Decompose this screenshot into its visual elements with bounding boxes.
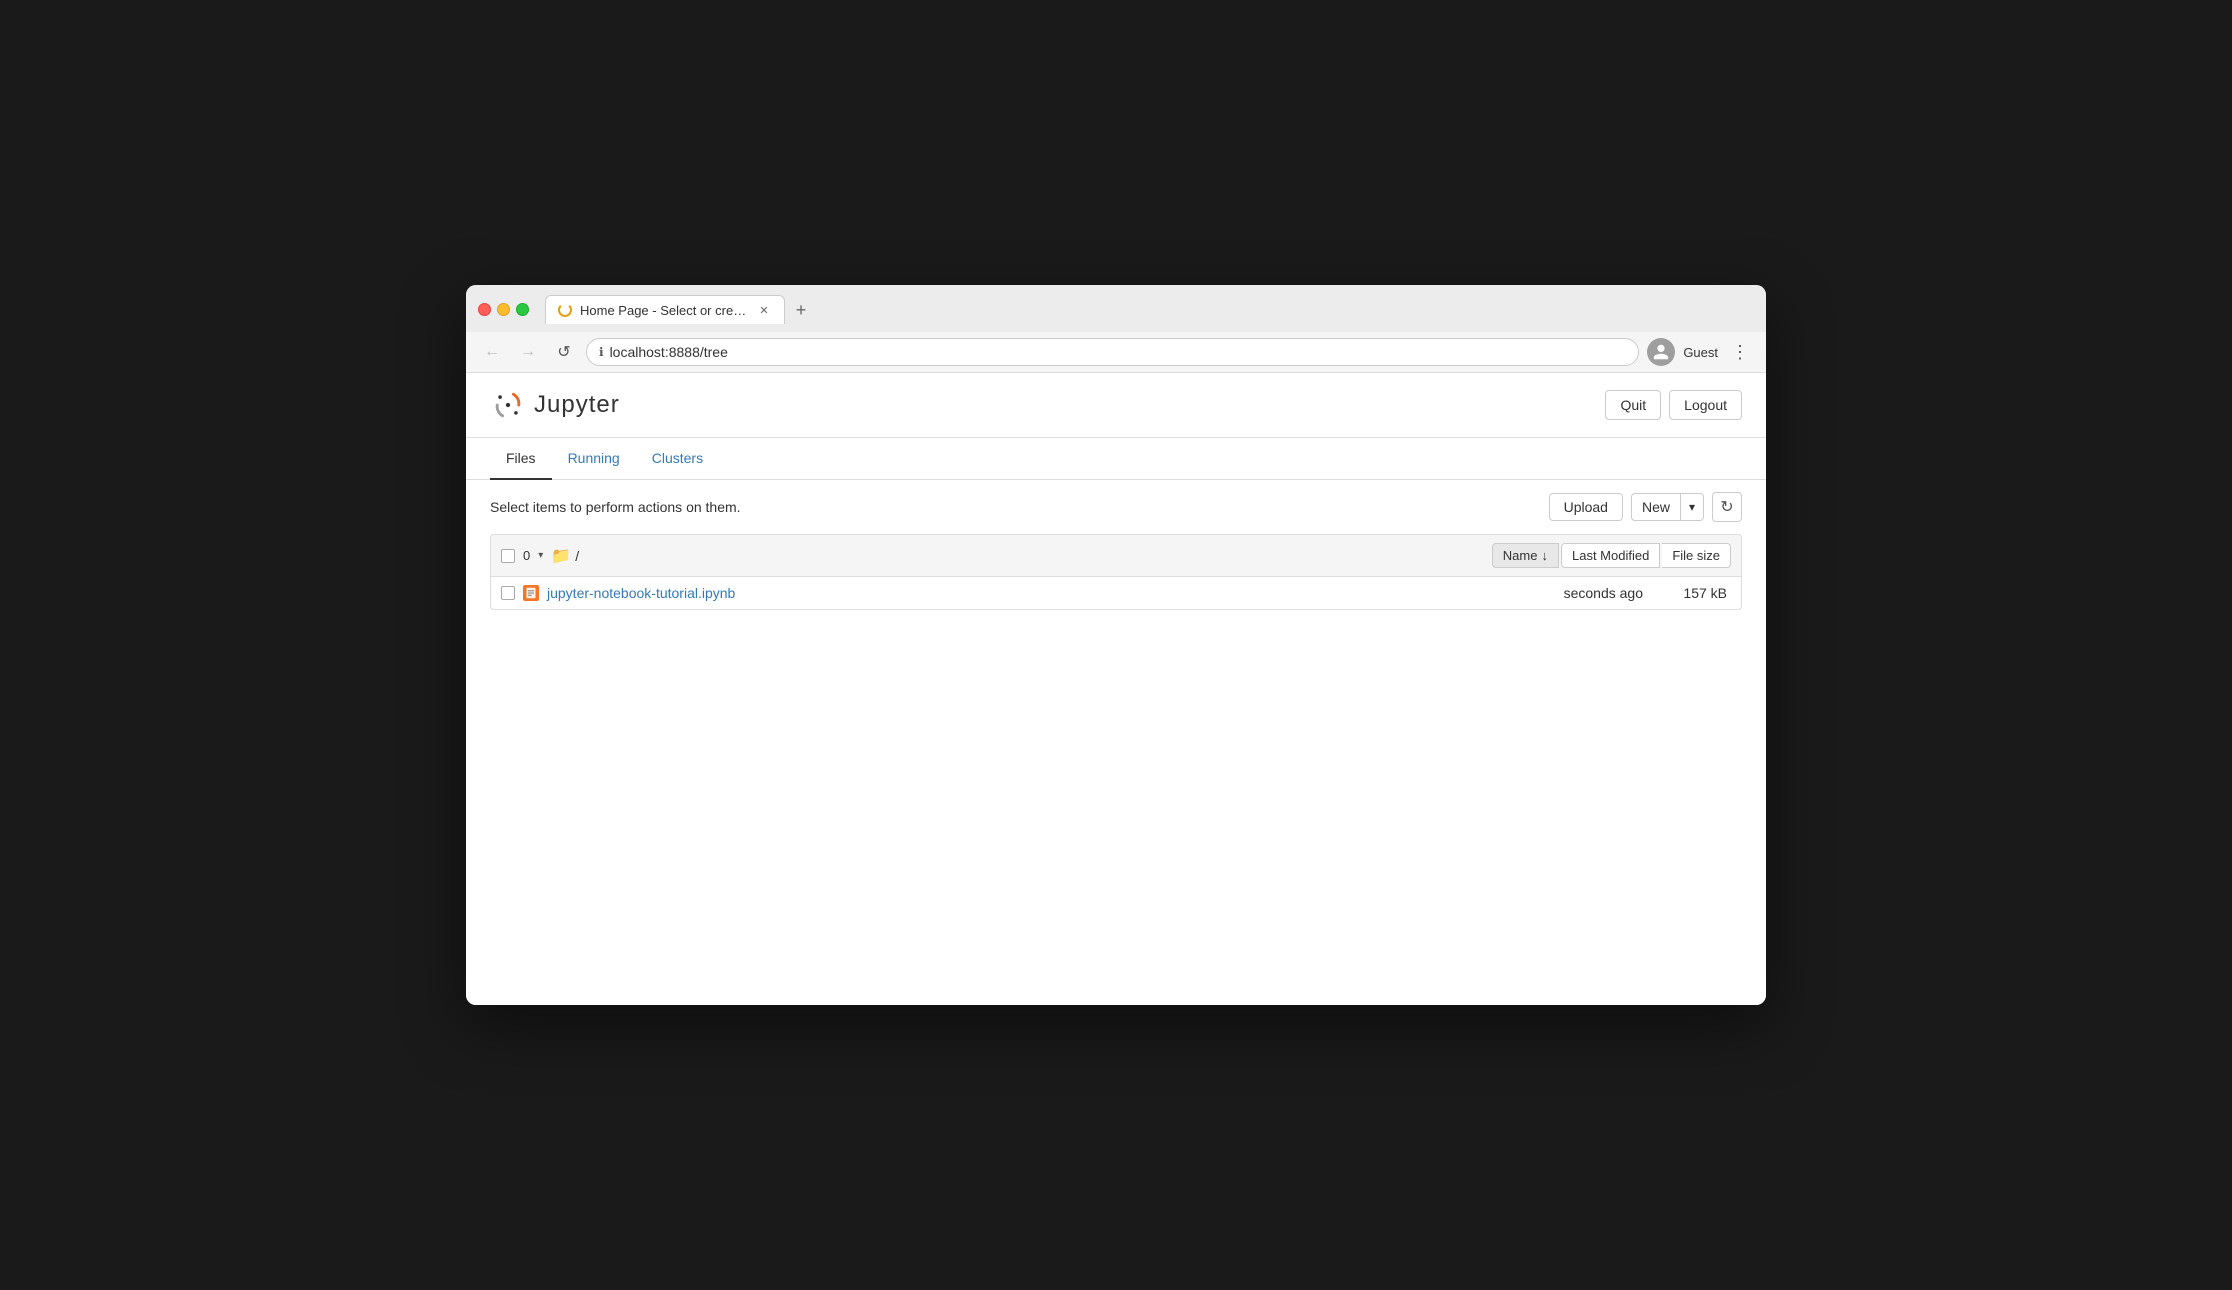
jupyter-logo-text: Jupyter xyxy=(534,391,620,419)
logout-button[interactable]: Logout xyxy=(1669,390,1742,420)
toolbar-text: Select items to perform actions on them. xyxy=(490,499,741,515)
tab-files[interactable]: Files xyxy=(490,438,552,480)
reload-button[interactable]: ↺ xyxy=(550,338,578,366)
tab-spinner xyxy=(558,303,572,317)
file-name-cell: jupyter-notebook-tutorial.ipynb xyxy=(523,585,1495,601)
back-button[interactable]: ← xyxy=(478,338,506,366)
tab-bar: Home Page - Select or create a ✕ + xyxy=(545,295,1754,324)
new-tab-button[interactable]: + xyxy=(787,296,815,324)
file-modified: seconds ago xyxy=(1503,585,1643,601)
folder-path: 📁 / xyxy=(551,546,579,566)
new-dropdown-button[interactable]: ▾ xyxy=(1680,493,1704,521)
sort-name-button[interactable]: Name ↓ xyxy=(1492,543,1559,568)
table-row: jupyter-notebook-tutorial.ipynb seconds … xyxy=(491,577,1741,609)
file-list-header: 0 ▾ 📁 / Name ↓ Last Modified F xyxy=(491,535,1741,577)
notebook-icon xyxy=(523,585,539,601)
tab-close-button[interactable]: ✕ xyxy=(756,302,772,318)
select-dropdown-button[interactable]: ▾ xyxy=(538,550,543,561)
upload-button[interactable]: Upload xyxy=(1549,493,1623,521)
file-toolbar: Select items to perform actions on them.… xyxy=(466,480,1766,534)
url-text: localhost:8888/tree xyxy=(610,344,728,360)
maximize-button[interactable] xyxy=(516,303,529,316)
file-list: 0 ▾ 📁 / Name ↓ Last Modified F xyxy=(490,534,1742,610)
active-tab[interactable]: Home Page - Select or create a ✕ xyxy=(545,295,785,324)
jupyter-logo: Jupyter xyxy=(490,387,620,423)
profile-icon[interactable] xyxy=(1647,338,1675,366)
tab-title: Home Page - Select or create a xyxy=(580,303,748,318)
toolbar-right: Upload New ▾ ↻ xyxy=(1549,492,1742,522)
header-buttons: Quit Logout xyxy=(1605,390,1742,420)
folder-icon: 📁 xyxy=(551,546,571,566)
browser-window: Home Page - Select or create a ✕ + ← → ↺… xyxy=(466,285,1766,1005)
sort-buttons: Name ↓ Last Modified File size xyxy=(1492,543,1731,568)
url-bar[interactable]: ℹ localhost:8888/tree xyxy=(586,338,1639,366)
minimize-button[interactable] xyxy=(497,303,510,316)
quit-button[interactable]: Quit xyxy=(1605,390,1661,420)
page-content: Jupyter Quit Logout Files Running Cluste… xyxy=(466,373,1766,1005)
traffic-lights xyxy=(478,303,529,316)
file-checkbox[interactable] xyxy=(501,586,515,600)
address-bar: ← → ↺ ℹ localhost:8888/tree Guest ⋮ xyxy=(466,332,1766,373)
path-text: / xyxy=(575,548,579,564)
tab-running[interactable]: Running xyxy=(552,438,636,480)
selected-count: 0 xyxy=(519,548,534,563)
tab-clusters[interactable]: Clusters xyxy=(636,438,719,480)
forward-button[interactable]: → xyxy=(514,338,542,366)
file-size: 157 kB xyxy=(1651,585,1731,601)
select-all-checkbox[interactable] xyxy=(501,549,515,563)
sort-modified-button[interactable]: Last Modified xyxy=(1561,543,1660,568)
jupyter-logo-icon xyxy=(490,387,526,423)
title-bar: Home Page - Select or create a ✕ + xyxy=(466,285,1766,332)
sort-size-button[interactable]: File size xyxy=(1662,543,1731,568)
jupyter-header: Jupyter Quit Logout xyxy=(466,373,1766,438)
new-button[interactable]: New xyxy=(1631,493,1680,521)
security-icon: ℹ xyxy=(599,345,604,359)
close-button[interactable] xyxy=(478,303,491,316)
refresh-button[interactable]: ↻ xyxy=(1712,492,1742,522)
select-all-area: 0 ▾ xyxy=(501,548,543,563)
jupyter-tabs: Files Running Clusters xyxy=(466,438,1766,480)
guest-label: Guest xyxy=(1683,345,1718,360)
browser-menu-button[interactable]: ⋮ xyxy=(1726,338,1754,366)
profile-area: Guest ⋮ xyxy=(1647,338,1754,366)
new-button-group: New ▾ xyxy=(1631,493,1704,521)
file-link[interactable]: jupyter-notebook-tutorial.ipynb xyxy=(547,585,735,601)
